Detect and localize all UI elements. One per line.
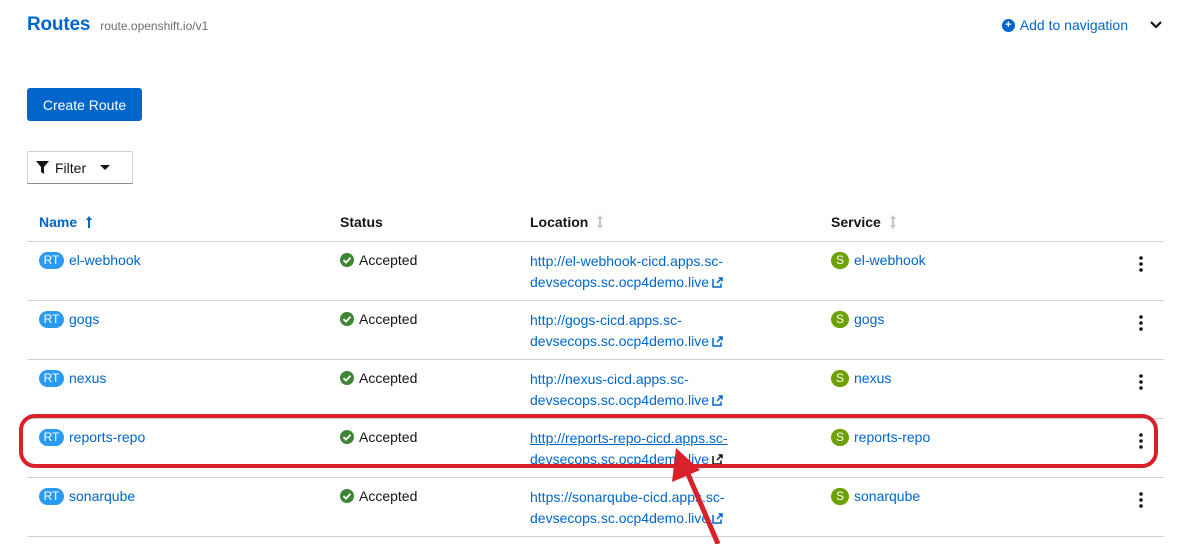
status-text: Accepted [359,370,418,387]
route-badge: RT [39,369,64,387]
external-link-icon [712,513,723,524]
location-line-2: devsecops.sc.ocp4demo.live [530,392,709,408]
filter-icon [36,161,49,174]
location-line-1: http://el-webhook-cicd.apps.sc- [530,253,723,269]
status-cell: Accepted [340,428,417,445]
service-badge: S [831,369,849,387]
sort-ascending-icon [86,216,93,228]
status-cell: Accepted [340,487,417,504]
column-header-status-label: Status [340,214,383,230]
route-name-link[interactable]: sonarqube [69,488,135,504]
service-badge: S [831,251,849,269]
check-circle-icon [340,312,354,327]
add-to-navigation-label: Add to navigation [1019,17,1128,33]
plus-circle-icon: + [1001,18,1015,32]
service-link[interactable]: nexus [854,370,891,386]
location-line-1: http://reports-repo-cicd.apps.sc- [530,430,728,446]
column-header-name-label: Name [39,214,78,230]
column-header-status: Status [340,214,383,230]
table-row: RT sonarqube Accepted https://sonarqube-c… [27,477,1164,536]
page-header: Routes route.openshift.io/v1 [27,14,208,36]
location-line-2: devsecops.sc.ocp4demo.live [530,274,709,290]
location-line-2: devsecops.sc.ocp4demo.live [530,510,709,526]
page-title: Routes [27,14,91,35]
column-header-service-label: Service [831,214,881,230]
sort-icon [889,215,896,229]
caret-down-icon [100,165,111,170]
table-row: RT reports-repo Accepted http://reports-r… [27,418,1164,477]
chevron-down-icon[interactable] [1149,17,1163,31]
route-badge: RT [39,487,64,505]
check-circle-icon [340,489,354,504]
route-badge: RT [39,251,64,269]
status-cell: Accepted [340,310,417,327]
external-link-icon [712,277,723,288]
filter-dropdown[interactable]: Filter [27,151,133,184]
service-badge: S [831,487,849,505]
kebab-icon[interactable] [1137,314,1145,332]
location-link[interactable]: http://gogs-cicd.apps.sc- devsecops.sc.o… [530,310,750,352]
add-to-navigation-button[interactable]: + Add to navigation [1001,17,1128,33]
status-text: Accepted [359,488,418,505]
column-header-name[interactable]: Name [39,214,93,230]
location-line-2: devsecops.sc.ocp4demo.live [530,451,709,467]
column-header-location[interactable]: Location [530,214,604,230]
filter-label: Filter [55,159,87,176]
api-version: route.openshift.io/v1 [100,19,209,33]
kebab-icon[interactable] [1137,255,1145,273]
row-divider [27,536,1164,537]
location-line-1: http://nexus-cicd.apps.sc- [530,371,689,387]
route-name-link[interactable]: nexus [69,370,106,386]
location-line-1: http://gogs-cicd.apps.sc- [530,312,682,328]
status-cell: Accepted [340,369,417,386]
kebab-icon[interactable] [1137,373,1145,391]
service-link[interactable]: sonarqube [854,488,920,504]
create-route-button[interactable]: Create Route [27,88,142,121]
kebab-icon[interactable] [1137,491,1145,509]
external-link-icon [712,395,723,406]
route-name-link[interactable]: gogs [69,311,99,327]
route-badge: RT [39,310,64,328]
location-link[interactable]: http://reports-repo-cicd.apps.sc- devsec… [530,428,750,470]
location-link[interactable]: http://el-webhook-cicd.apps.sc- devsecop… [530,251,750,293]
service-link[interactable]: reports-repo [854,429,930,445]
status-text: Accepted [359,252,418,269]
table-row: RT gogs Accepted http://gogs-cicd.apps.sc… [27,300,1164,359]
route-name-link[interactable]: el-webhook [69,252,141,268]
check-circle-icon [340,430,354,445]
location-line-1: https://sonarqube-cicd.apps.sc- [530,489,725,505]
status-cell: Accepted [340,251,417,268]
check-circle-icon [340,371,354,386]
service-link[interactable]: gogs [854,311,884,327]
status-text: Accepted [359,429,418,446]
location-link[interactable]: https://sonarqube-cicd.apps.sc- devsecop… [530,487,750,529]
table-row: RT el-webhook Accepted http://el-webhook-… [27,241,1164,300]
status-text: Accepted [359,311,418,328]
kebab-icon[interactable] [1137,432,1145,450]
table-row: RT nexus Accepted http://nexus-cicd.apps.… [27,359,1164,418]
column-header-service[interactable]: Service [831,214,897,230]
external-link-icon [712,454,723,465]
route-badge: RT [39,428,64,446]
sort-icon [597,215,604,229]
external-link-icon [712,336,723,347]
service-badge: S [831,310,849,328]
service-badge: S [831,428,849,446]
route-name-link[interactable]: reports-repo [69,429,145,445]
column-header-location-label: Location [530,214,589,230]
location-line-2: devsecops.sc.ocp4demo.live [530,333,709,349]
location-link[interactable]: http://nexus-cicd.apps.sc- devsecops.sc.… [530,369,750,411]
service-link[interactable]: el-webhook [854,252,926,268]
check-circle-icon [340,253,354,268]
